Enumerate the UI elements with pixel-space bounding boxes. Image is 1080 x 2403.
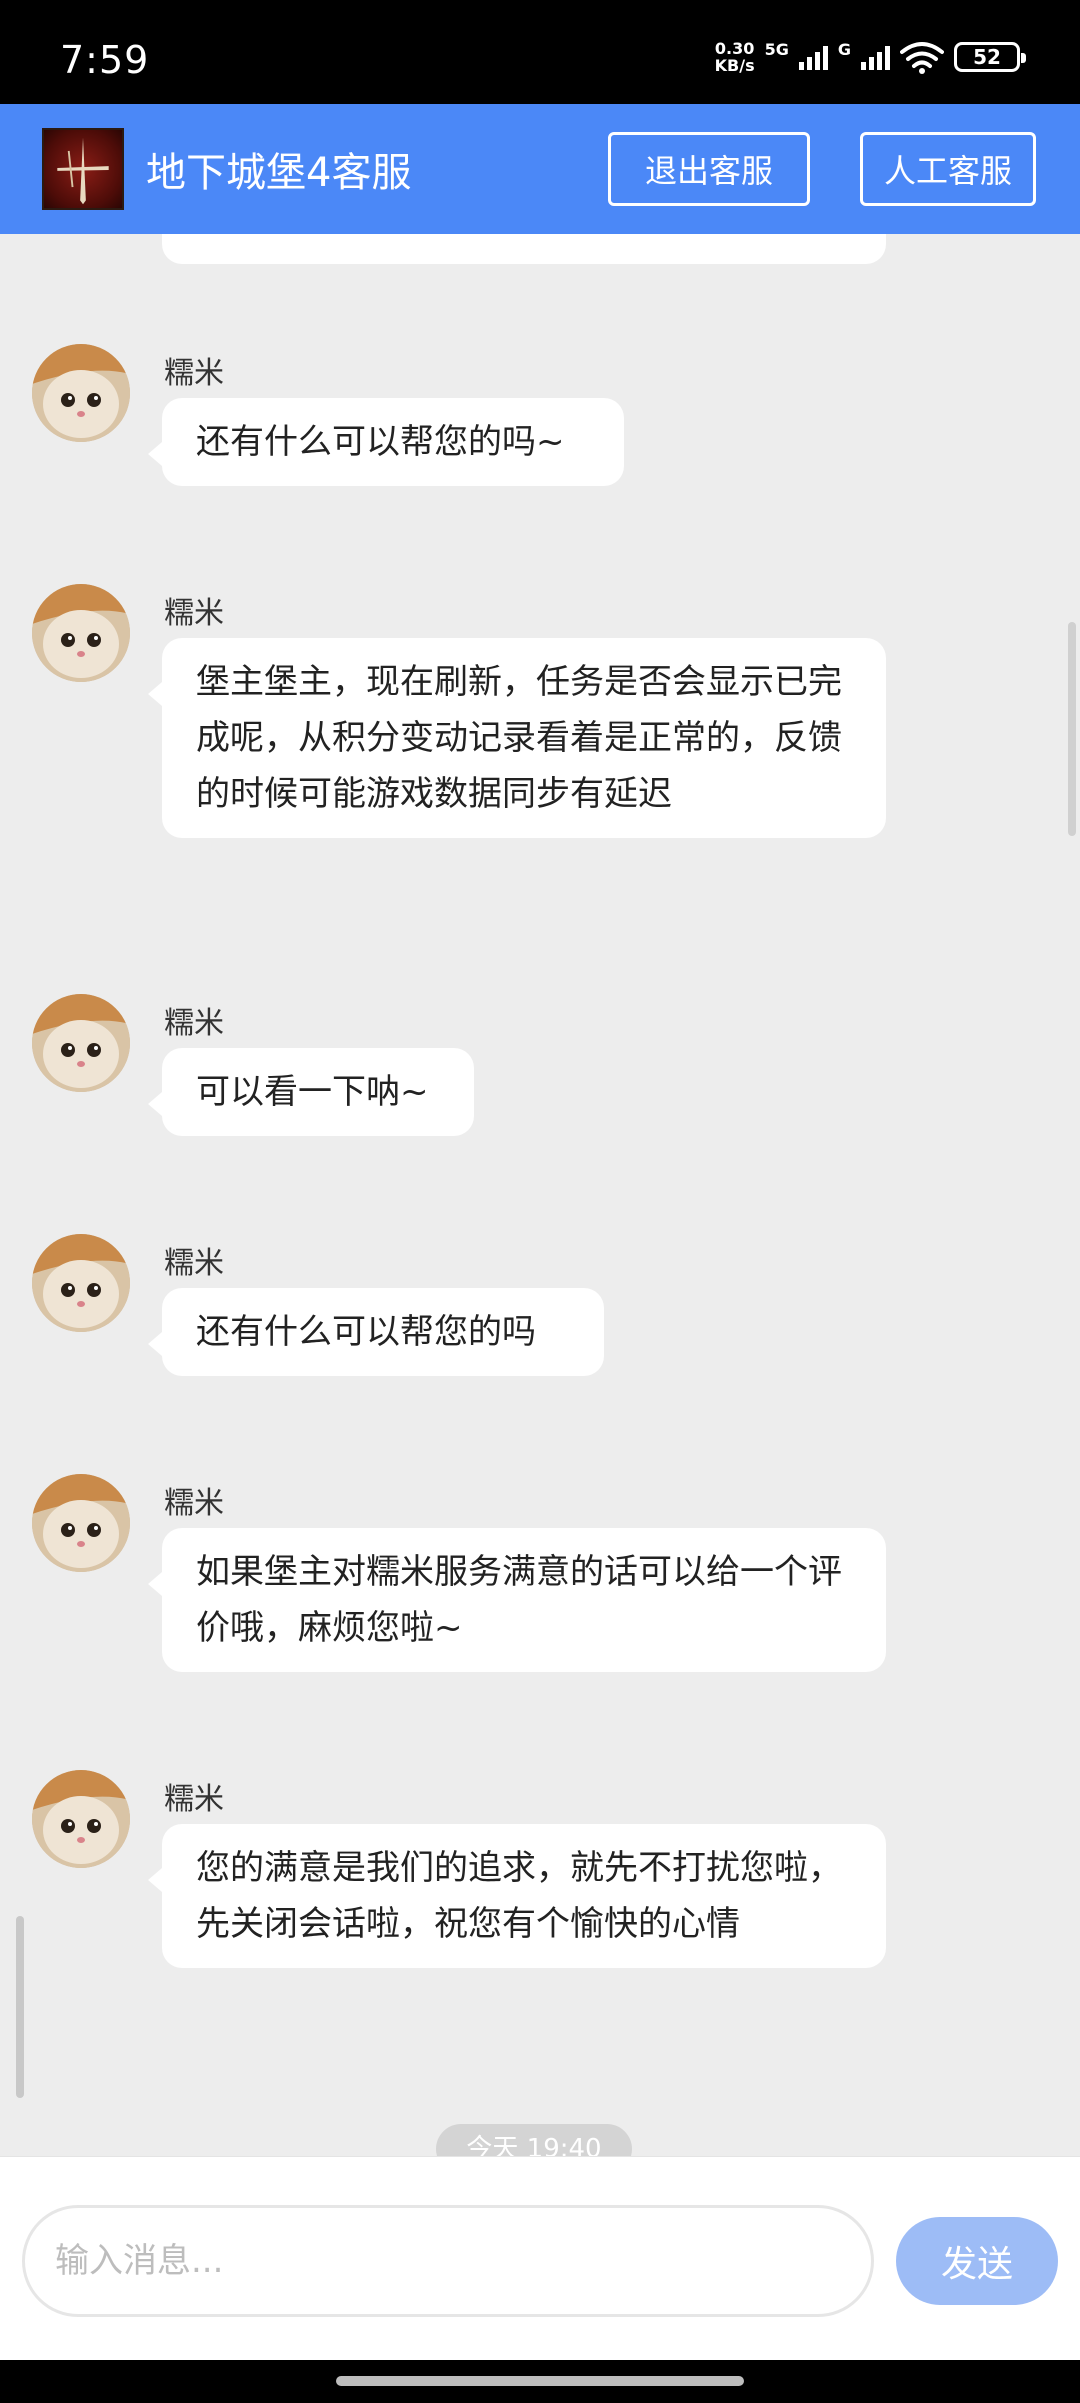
wifi-icon [900, 42, 944, 74]
send-button[interactable]: 发送 [896, 2217, 1058, 2305]
input-bar: 发送 [0, 2156, 1080, 2360]
page-title: 地下城堡4客服 [146, 150, 412, 196]
sender-name: 糯米 [164, 1006, 224, 1041]
scrollbar-thumb[interactable] [1068, 622, 1076, 836]
chat-area[interactable]: 糯米 还有什么可以帮您的吗~ 糯米 堡主堡主，现在刷新，任务是否会显示已完成呢，… [0, 234, 1080, 2156]
sender-name: 糯米 [164, 1246, 224, 1281]
message-bubble-partial [162, 234, 886, 264]
network-type-5g: 5G [764, 39, 789, 59]
message-bubble: 堡主堡主，现在刷新，任务是否会显示已完成呢，从积分变动记录看着是正常的，反馈的时… [148, 638, 886, 838]
timestamp-pill: 今天 19:40 [436, 2124, 632, 2156]
message-bubble: 可以看一下呐~ [148, 1048, 474, 1136]
message-bubble: 还有什么可以帮您的吗 [148, 1288, 604, 1376]
network-type-g: G [837, 39, 851, 59]
cat-avatar[interactable] [32, 1770, 130, 1868]
cat-avatar[interactable] [32, 994, 130, 1092]
game-logo-icon [42, 128, 124, 210]
status-time: 7:59 [60, 38, 150, 82]
message-bubble: 还有什么可以帮您的吗~ [148, 398, 624, 486]
network-speed: 0.30 KB/s [714, 39, 755, 75]
sender-name: 糯米 [164, 1486, 224, 1521]
message-input[interactable] [22, 2205, 874, 2317]
battery-icon: 52 [954, 42, 1026, 72]
signal-icon [798, 44, 828, 70]
cat-avatar[interactable] [32, 344, 130, 442]
system-nav-bar [0, 2360, 1080, 2403]
cat-avatar[interactable] [32, 1234, 130, 1332]
scrollbar-indicator [16, 1916, 24, 2098]
status-bar: 7:59 0.30 KB/s 5G G 52 [0, 0, 1080, 104]
home-indicator[interactable] [336, 2376, 744, 2386]
message-bubble: 您的满意是我们的追求，就先不打扰您啦，先关闭会话啦，祝您有个愉快的心情 [148, 1824, 886, 1968]
sender-name: 糯米 [164, 356, 224, 391]
sender-name: 糯米 [164, 596, 224, 631]
message-bubble: 如果堡主对糯米服务满意的话可以给一个评价哦，麻烦您啦~ [148, 1528, 886, 1672]
sender-name: 糯米 [164, 1782, 224, 1817]
exit-service-button[interactable]: 退出客服 [608, 132, 810, 206]
signal-icon-2 [861, 44, 890, 70]
human-service-button[interactable]: 人工客服 [860, 132, 1036, 206]
status-icons: 0.30 KB/s 5G G 52 [714, 39, 1026, 75]
cat-avatar[interactable] [32, 1474, 130, 1572]
app-header: 地下城堡4客服 退出客服 人工客服 [0, 104, 1080, 234]
cat-avatar[interactable] [32, 584, 130, 682]
